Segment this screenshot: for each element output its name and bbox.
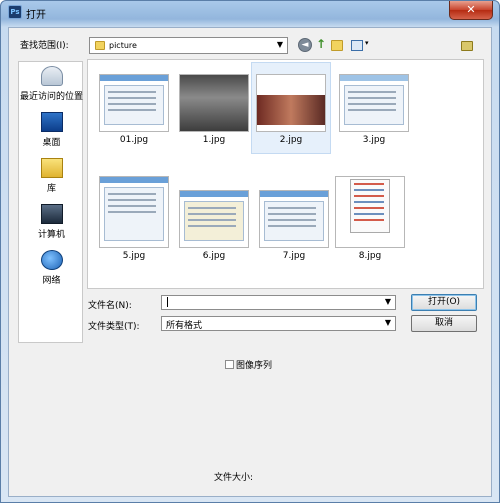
file-thumbnail bbox=[335, 176, 405, 248]
bridge-folder-button[interactable] bbox=[461, 41, 473, 51]
file-thumbnail bbox=[259, 190, 329, 248]
computer-icon bbox=[40, 204, 63, 224]
look-in-value: picture bbox=[109, 41, 137, 50]
file-list[interactable]: 01.jpg 1.jpg 2.jpg 3.jpg 5.jpg 6.jpg 7.j… bbox=[87, 59, 484, 289]
file-item-7[interactable]: 7.jpg bbox=[254, 190, 334, 261]
file-thumbnail bbox=[256, 74, 326, 132]
chevron-down-icon[interactable]: ▼ bbox=[277, 40, 283, 49]
places-bar: 最近访问的位置 桌面 库 计算机 网络 bbox=[18, 61, 83, 343]
place-label: 桌面 bbox=[42, 138, 61, 148]
desktop-icon bbox=[40, 112, 63, 132]
place-label: 库 bbox=[46, 184, 56, 194]
file-type-label: 文件类型(T): bbox=[88, 322, 140, 332]
view-menu-button[interactable] bbox=[351, 40, 363, 51]
library-icon bbox=[40, 158, 63, 178]
chevron-down-icon[interactable]: ▼ bbox=[385, 297, 391, 306]
place-desktop[interactable]: 桌面 bbox=[19, 112, 84, 148]
cancel-button[interactable]: 取消 bbox=[411, 315, 477, 332]
file-type-value: 所有格式 bbox=[166, 321, 203, 331]
close-button[interactable]: ✕ bbox=[449, 1, 493, 20]
file-thumbnail bbox=[179, 190, 249, 248]
recent-places-icon bbox=[40, 66, 63, 86]
file-item-3[interactable]: 3.jpg bbox=[334, 74, 414, 145]
open-dialog-window: Ps 打开 ✕ 查找范围(I): picture ▼ ◄ ↑ ▾ 最近访问的位置… bbox=[0, 0, 500, 503]
file-name: 01.jpg bbox=[119, 135, 149, 145]
title-bar[interactable]: Ps 打开 ✕ bbox=[1, 1, 499, 25]
file-item-6[interactable]: 6.jpg bbox=[174, 190, 254, 261]
look-in-dropdown[interactable]: picture ▼ bbox=[89, 37, 288, 54]
file-name: 1.jpg bbox=[202, 135, 226, 145]
open-button[interactable]: 打开(O) bbox=[411, 294, 477, 311]
file-item-1[interactable]: 1.jpg bbox=[174, 74, 254, 145]
file-name: 8.jpg bbox=[358, 251, 382, 261]
place-computer[interactable]: 计算机 bbox=[19, 204, 84, 240]
file-thumbnail bbox=[99, 74, 169, 132]
image-sequence-label: 图像序列 bbox=[236, 361, 273, 371]
window-title: 打开 bbox=[26, 10, 46, 21]
file-type-select[interactable]: 所有格式 ▼ bbox=[161, 316, 396, 331]
file-name: 7.jpg bbox=[282, 251, 306, 261]
file-name: 3.jpg bbox=[362, 135, 386, 145]
file-thumbnail bbox=[99, 176, 169, 248]
file-name-label: 文件名(N): bbox=[88, 301, 132, 311]
network-icon bbox=[40, 250, 63, 270]
file-item-8[interactable]: 8.jpg bbox=[330, 176, 410, 261]
image-sequence-option[interactable]: 图像序列 bbox=[225, 358, 272, 371]
file-name: 5.jpg bbox=[122, 251, 146, 261]
chevron-down-icon[interactable]: ▼ bbox=[385, 318, 391, 327]
place-library[interactable]: 库 bbox=[19, 158, 84, 194]
place-label: 计算机 bbox=[37, 230, 65, 240]
view-menu-chevron-icon[interactable]: ▾ bbox=[365, 39, 369, 47]
file-thumbnail bbox=[179, 74, 249, 132]
back-button[interactable]: ◄ bbox=[298, 38, 312, 52]
place-label: 最近访问的位置 bbox=[19, 92, 83, 102]
image-sequence-checkbox[interactable] bbox=[225, 360, 234, 369]
file-name-input[interactable]: ▼ bbox=[161, 295, 396, 310]
photoshop-app-icon: Ps bbox=[8, 5, 22, 19]
place-label: 网络 bbox=[42, 276, 61, 286]
file-item-2[interactable]: 2.jpg bbox=[251, 62, 331, 154]
file-item-01[interactable]: 01.jpg bbox=[94, 74, 174, 145]
folder-icon bbox=[95, 41, 105, 50]
file-size-label: 文件大小: bbox=[214, 473, 254, 483]
file-thumbnail bbox=[339, 74, 409, 132]
file-item-5[interactable]: 5.jpg bbox=[94, 176, 174, 261]
up-folder-button[interactable]: ↑ bbox=[314, 38, 328, 52]
file-name: 2.jpg bbox=[279, 135, 303, 145]
file-name: 6.jpg bbox=[202, 251, 226, 261]
place-network[interactable]: 网络 bbox=[19, 250, 84, 286]
place-recent[interactable]: 最近访问的位置 bbox=[19, 66, 84, 102]
new-folder-button[interactable] bbox=[331, 40, 343, 51]
look-in-label: 查找范围(I): bbox=[20, 41, 69, 51]
